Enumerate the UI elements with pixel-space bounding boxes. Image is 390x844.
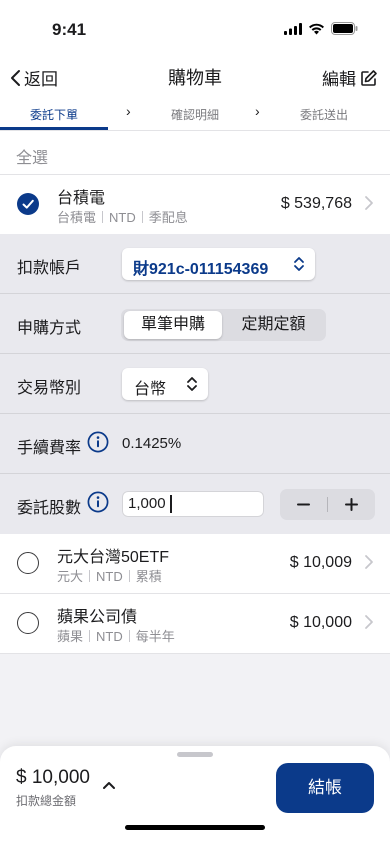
chevron-right-icon (365, 555, 373, 569)
step-order-submitted: 委託送出 (300, 108, 349, 122)
decrement-button[interactable] (280, 489, 327, 520)
home-indicator (125, 825, 265, 830)
sheet-grabber[interactable] (177, 752, 213, 757)
plus-icon (345, 498, 358, 511)
method-segmented-control: 單筆申購 定期定額 (121, 309, 326, 341)
status-time: 9:41 (52, 20, 87, 39)
updown-chevron-icon (294, 257, 304, 271)
total-label: 扣款總金額 (16, 794, 77, 808)
updown-chevron-icon (187, 377, 197, 391)
method-label: 申購方式 (17, 320, 82, 337)
chevron-right-icon (365, 615, 373, 629)
currency-value: 台幣 (134, 381, 167, 398)
account-row: 扣款帳戶 財921c-011154369 (0, 234, 390, 294)
total-amount: $ 10,000 (16, 767, 90, 788)
wifi-icon (309, 23, 324, 34)
fee-label: 手續費率 (17, 440, 82, 457)
item-meta: 元大 NTD 累積 (57, 569, 162, 584)
signal-icon (284, 22, 302, 35)
step-place-order: 委託下單 (30, 108, 79, 122)
method-option-recurring[interactable]: 定期定額 (224, 311, 323, 339)
edit-label: 編輯 (322, 70, 356, 89)
account-label: 扣款帳戶 (17, 260, 82, 277)
quantity-row: 委託股數 1,000 (0, 474, 390, 534)
checkmark-icon (22, 199, 34, 209)
item-checkbox[interactable] (17, 552, 39, 574)
quantity-stepper (280, 489, 375, 520)
battery-icon (331, 22, 358, 35)
method-row: 申購方式 單筆申購 定期定額 (0, 294, 390, 354)
nav-bar: 返回 購物車 編輯 (0, 56, 390, 96)
item-name: 元大台灣50ETF (57, 549, 170, 566)
cart-item-apple-bond[interactable]: 蘋果公司債 蘋果 NTD 每半年 $ 10,000 (0, 594, 390, 654)
currency-label: 交易幣別 (17, 380, 82, 397)
text-caret (170, 495, 172, 513)
currency-select[interactable]: 台幣 (122, 368, 208, 400)
chevron-right-icon (365, 196, 373, 210)
item-name: 蘋果公司債 (57, 609, 138, 626)
quantity-value: 1,000 (128, 495, 166, 512)
minus-icon (297, 503, 310, 506)
checkout-bar: $ 10,000 扣款總金額 結帳 (0, 746, 390, 844)
account-select[interactable]: 財921c-011154369 (122, 248, 315, 280)
select-all-row[interactable]: 全選 (0, 131, 390, 175)
step-arrow-icon: › (126, 103, 131, 119)
increment-button[interactable] (328, 489, 375, 520)
account-value: 財921c-011154369 (133, 261, 269, 278)
method-option-single[interactable]: 單筆申購 (124, 311, 222, 339)
item-price: $ 10,009 (289, 554, 352, 571)
progress-steps: 委託下單 › 確認明細 › 委託送出 (0, 96, 390, 131)
quantity-input[interactable]: 1,000 (122, 491, 264, 517)
edit-icon (361, 69, 377, 86)
info-icon[interactable] (87, 431, 109, 453)
step-arrow-icon: › (255, 103, 260, 119)
cart-item-yuanta-50[interactable]: 元大台灣50ETF 元大 NTD 累積 $ 10,009 (0, 534, 390, 594)
info-icon[interactable] (87, 491, 109, 513)
status-bar: 9:41 (0, 0, 390, 56)
step-confirm-details: 確認明細 (171, 108, 220, 122)
item-meta: 蘋果 NTD 每半年 (57, 629, 175, 644)
select-all-label: 全選 (16, 150, 49, 167)
chevron-up-icon[interactable] (102, 780, 116, 790)
item-checkbox[interactable] (17, 193, 39, 215)
status-icons (284, 22, 358, 35)
item-meta: 台積電 NTD 季配息 (57, 210, 188, 225)
item-price: $ 539,768 (280, 195, 352, 212)
checkout-button[interactable]: 結帳 (276, 763, 374, 813)
order-detail-panel: 扣款帳戶 財921c-011154369 申購方式 單筆申購 定期定額 交易幣別… (0, 234, 390, 534)
edit-button[interactable]: 編輯 (322, 65, 378, 90)
item-price: $ 10,000 (289, 614, 352, 631)
quantity-label: 委託股數 (17, 500, 82, 517)
cart-item-tsmc[interactable]: 台積電 台積電 NTD 季配息 $ 539,768 (0, 175, 390, 235)
fee-value: 0.1425% (122, 435, 182, 452)
fee-row: 手續費率 0.1425% (0, 414, 390, 474)
currency-row: 交易幣別 台幣 (0, 354, 390, 414)
item-checkbox[interactable] (17, 612, 39, 634)
item-name: 台積電 (57, 190, 106, 207)
active-step-indicator (0, 127, 108, 130)
